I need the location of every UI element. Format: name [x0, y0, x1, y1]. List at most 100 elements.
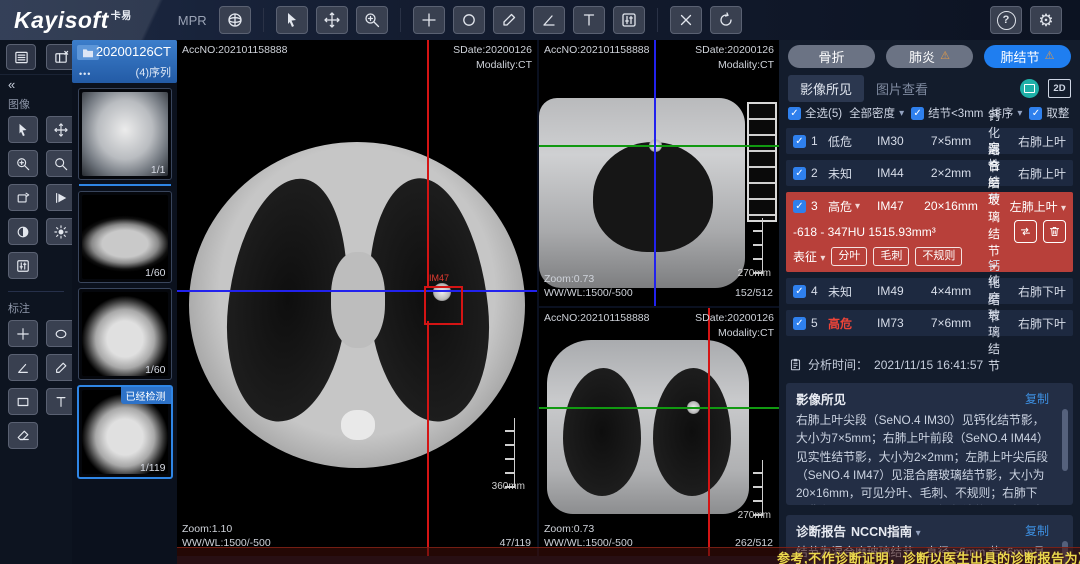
gear-icon: ⚙ [1038, 12, 1053, 29]
app-window: Kayisoft卡易 MPR ? ⚙ « 图像 [0, 0, 1080, 564]
accession-number: AccNO:202101158888 [544, 43, 649, 58]
checkbox-icon[interactable]: ✓ [793, 317, 806, 330]
study-header[interactable]: 20200126CT ••• (4)序列 [72, 40, 177, 83]
rotate-canvas-button[interactable] [8, 184, 38, 211]
round-checkbox[interactable]: ✓取整 [1029, 105, 1069, 121]
slice-count: 1/60 [145, 364, 165, 376]
zoom-in-tool-button[interactable] [8, 150, 38, 177]
ellipse-tool-button[interactable] [453, 6, 485, 34]
delete-button[interactable] [1043, 220, 1066, 243]
close-tool-button[interactable] [670, 6, 702, 34]
small-nodule-checkbox[interactable]: ✓结节<3mm [911, 105, 983, 121]
invert-contrast-button[interactable] [8, 218, 38, 245]
disclaimer-band: 参考,不作诊断证明，诊断以医生出具的诊断报告为准！ [177, 547, 1080, 564]
copy-report-button[interactable]: 复制 [1025, 522, 1049, 539]
series-thumbnail-axial-3[interactable]: 已经检测 1/119 [77, 385, 173, 479]
tab-findings[interactable]: 影像所见 [788, 75, 864, 102]
risk-dropdown[interactable]: 高危▾ [828, 198, 872, 215]
checkbox-icon[interactable]: ✓ [793, 200, 806, 213]
nodule-row-3-selected[interactable]: ✓ 3 高危▾ IM47 20×16mm 混合磨玻璃结节 ▾ 左肺上叶 ▾ -6… [786, 192, 1073, 272]
scale-ruler [505, 418, 515, 488]
eraser-button[interactable] [8, 422, 38, 449]
caret-down-icon: ▾ [899, 108, 904, 119]
window-level-button[interactable] [8, 252, 38, 279]
nodule-row-4[interactable]: ✓ 4 未知 IM49 4×4mm 钙化结节 右肺下叶 [786, 278, 1073, 304]
select-all-checkbox[interactable]: ✓全选(5) [788, 105, 842, 121]
ai-results-panel: 骨折 肺炎⚠ 肺结节⚠ 影像所见 图片查看 2D ✓全选(5) 全部密度▾ ✓结… [779, 40, 1080, 564]
lung-nodule-mode-button[interactable]: 肺结节⚠ [984, 45, 1071, 68]
angle-annot-button[interactable] [8, 354, 38, 381]
checkbox-icon[interactable]: ✓ [793, 135, 806, 148]
scale-ruler [753, 460, 763, 516]
study-info: SDate:20200126Modality:CT [695, 43, 774, 72]
guideline-dropdown[interactable]: NCCN指南 ▾ [851, 521, 921, 540]
checkbox-icon[interactable]: ✓ [1029, 107, 1042, 120]
2d-view-button[interactable]: 2D [1048, 79, 1071, 98]
compare-button[interactable] [1014, 220, 1037, 243]
series-list-button[interactable] [6, 44, 36, 70]
density-filter-dropdown[interactable]: 全部密度▾ [849, 105, 904, 121]
caret-down-icon: ▾ [820, 253, 825, 264]
copy-findings-button[interactable]: 复制 [1025, 390, 1049, 407]
hu-volume-value: -618 - 347HU 1515.93mm³ [793, 225, 936, 239]
axial-viewport[interactable]: IM47 360mm AccNO:202101158888 SDate:2020… [177, 40, 537, 556]
nodule-row-5[interactable]: ✓ 5 高危 IM73 7×6mm 纯磨玻璃结节 右肺下叶 [786, 310, 1073, 336]
pneumonia-mode-button[interactable]: 肺炎⚠ [886, 45, 973, 68]
cursor-tool-button[interactable] [276, 6, 308, 34]
cursor-tool-button[interactable] [8, 116, 38, 143]
series-thumbnail-axial-1[interactable]: 1/60 [78, 191, 172, 283]
findings-scrollbar[interactable] [1062, 409, 1068, 471]
angle-tool-button[interactable] [533, 6, 565, 34]
accession-number: AccNO:202101158888 [544, 311, 649, 326]
coronal-viewport[interactable]: 270mm AccNO:202101158888 SDate:20200126M… [539, 308, 779, 556]
series-count: (4)序列 [136, 64, 171, 80]
coronal-horizontal-crosshair[interactable] [539, 407, 779, 409]
nodule-row-2[interactable]: ✓ 2 未知 IM44 2×2mm 实性结节 右肺上叶 [786, 160, 1073, 186]
feature-dropdown[interactable]: 表征 ▾ [793, 248, 825, 265]
axial-vertical-crosshair[interactable] [427, 321, 429, 556]
sagittal-viewport[interactable]: 270mm AccNO:202101158888 SDate:20200126M… [539, 40, 779, 306]
axial-horizontal-crosshair[interactable] [177, 290, 537, 292]
nodule-row-1[interactable]: ✓ 1 低危 IM30 7×5mm 钙化结节 右肺上叶 [786, 128, 1073, 154]
active-series-indicator [79, 184, 171, 186]
ct-sagittal-image [539, 98, 745, 288]
coronal-vertical-crosshair[interactable] [708, 308, 710, 556]
crosshair-tool-button[interactable] [413, 6, 445, 34]
crosshair-annot-button[interactable] [8, 320, 38, 347]
collapse-rail-button[interactable]: « [0, 75, 72, 94]
sagittal-horizontal-crosshair[interactable] [539, 145, 779, 147]
reset-rotate-button[interactable] [710, 6, 742, 34]
type-dropdown[interactable]: 混合磨玻璃结节 ▾ [987, 140, 1001, 273]
nodule-detection-box[interactable] [424, 286, 463, 325]
feature-tag-spiculation[interactable]: 毛刺 [873, 247, 909, 266]
sagittal-vertical-crosshair[interactable] [654, 40, 656, 306]
fracture-mode-button[interactable]: 骨折 [788, 45, 875, 68]
checkbox-icon[interactable]: ✓ [911, 107, 924, 120]
location-dropdown[interactable]: 左肺上叶 ▾ [1006, 198, 1066, 215]
series-thumbnail-scout[interactable]: 1/1 [78, 88, 172, 180]
tab-image-view[interactable]: 图片查看 [864, 75, 940, 102]
text-tool-button[interactable] [573, 6, 605, 34]
ruler-tool-button[interactable] [493, 6, 525, 34]
warning-icon: ⚠ [1045, 51, 1055, 62]
settings-button[interactable]: ⚙ [1030, 6, 1062, 34]
help-button[interactable]: ? [990, 6, 1022, 34]
feature-tag-irregular[interactable]: 不规则 [915, 247, 962, 266]
slice-count: 1/1 [151, 164, 166, 176]
pan-tool-button[interactable] [316, 6, 348, 34]
series-thumbnail-axial-2[interactable]: 1/60 [78, 288, 172, 380]
rect-annot-button[interactable] [8, 388, 38, 415]
mpr-icon[interactable] [219, 6, 251, 34]
checkbox-icon[interactable]: ✓ [788, 107, 801, 120]
help-icon: ? [997, 11, 1016, 30]
report-bubble-icon[interactable] [1020, 79, 1039, 98]
zoom-wwwl-info: Zoom:0.73WW/WL:1500/-500 [544, 272, 633, 301]
window-level-tool-button[interactable] [613, 6, 645, 34]
axial-vertical-crosshair[interactable] [427, 40, 429, 286]
more-options-icon[interactable]: ••• [79, 69, 91, 79]
checkbox-icon[interactable]: ✓ [793, 167, 806, 180]
warning-icon: ⚠ [940, 51, 950, 62]
zoom-tool-button[interactable] [356, 6, 388, 34]
checkbox-icon[interactable]: ✓ [793, 285, 806, 298]
feature-tag-lobulation[interactable]: 分叶 [831, 247, 867, 266]
